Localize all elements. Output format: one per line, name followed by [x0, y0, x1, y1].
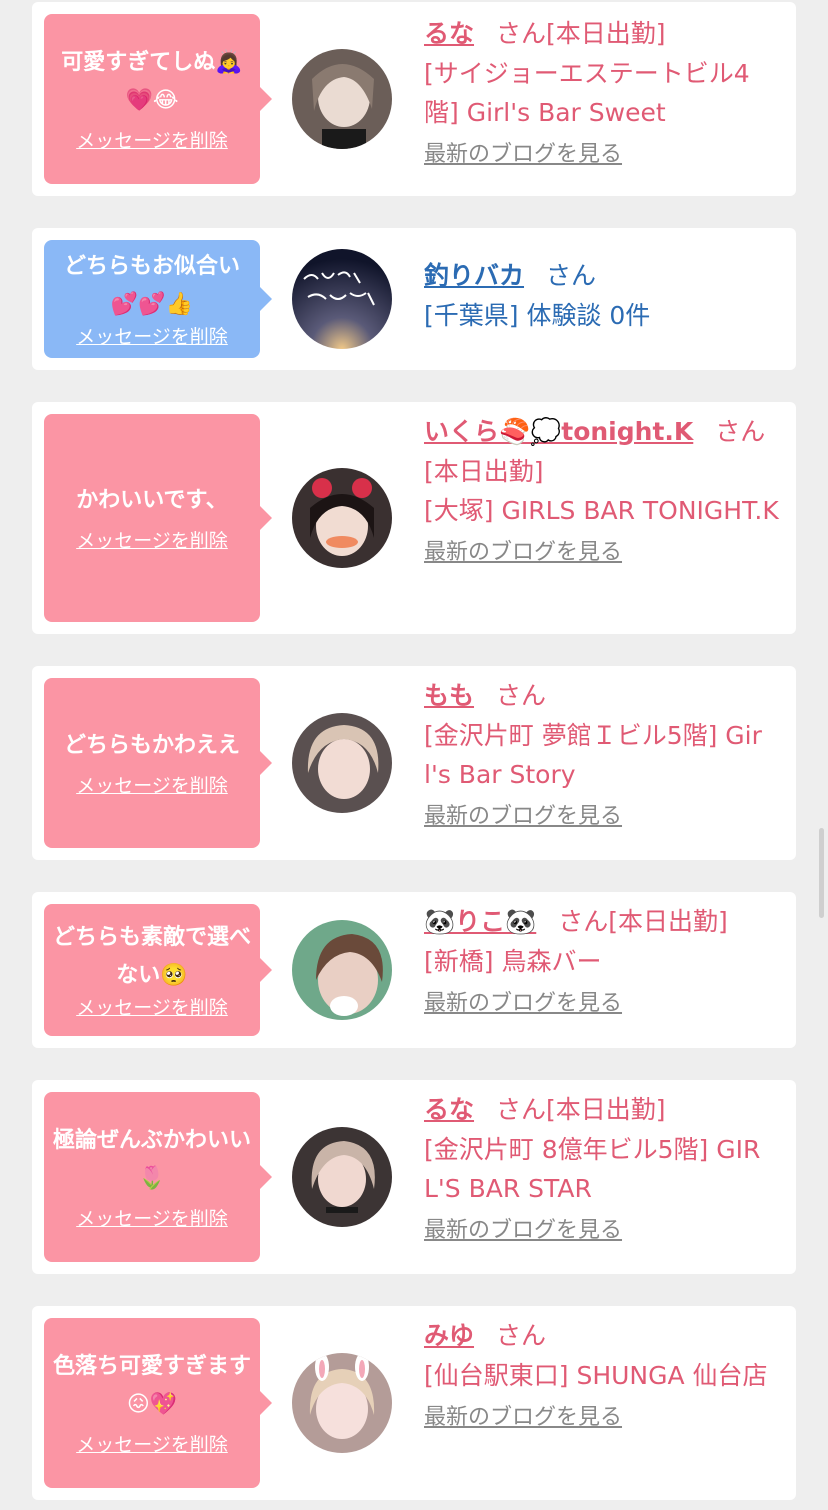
avatar[interactable]: [292, 468, 392, 568]
delete-message-link[interactable]: メッセージを削除: [76, 324, 228, 350]
message-card: かわいいです、 メッセージを削除 いくら🍣💭tonight.K さん [本日出勤]…: [32, 402, 796, 634]
avatar[interactable]: [292, 49, 392, 149]
delete-message-link[interactable]: メッセージを削除: [76, 1432, 228, 1458]
user-name-link[interactable]: 釣りバカ: [424, 261, 524, 290]
user-name-link[interactable]: みゆ: [424, 1321, 474, 1350]
message-bubble: 極論ぜんぶかわいい🌷 メッセージを削除: [44, 1092, 272, 1262]
user-suffix: さん: [496, 681, 547, 710]
user-name-link[interactable]: いくら🍣💭tonight.K: [424, 417, 693, 446]
message-bubble: どちらもお似合い💕💕👍 メッセージを削除: [44, 240, 272, 358]
view-blog-link[interactable]: 最新のブログを見る: [424, 1216, 622, 1246]
user-suffix: さん: [496, 1321, 547, 1350]
user-info: るな さん[本日出勤] [金沢片町 8億年ビル5階] GIRL'S BAR STA…: [424, 1090, 780, 1246]
user-name-link[interactable]: るな: [424, 1095, 474, 1124]
message-card: 極論ぜんぶかわいい🌷 メッセージを削除 るな さん[本日出勤] [金沢片町 8億年…: [32, 1080, 796, 1274]
shop-info: [金沢片町 夢館Ｉビル5階] Girl's Bar Story: [424, 721, 762, 789]
message-text: どちらもお似合い💕💕👍: [63, 254, 240, 317]
scrollbar[interactable]: [819, 828, 824, 918]
delete-message-link[interactable]: メッセージを削除: [76, 773, 228, 799]
message-text: 可愛すぎてしぬ🙇‍♀️💗😂: [61, 50, 243, 113]
avatar[interactable]: [292, 920, 392, 1020]
avatar[interactable]: [292, 713, 392, 813]
message-card: どちらもお似合い💕💕👍 メッセージを削除 釣りバカ さん [千葉県] 体験談 0件: [32, 228, 796, 370]
view-blog-link[interactable]: 最新のブログを見る: [424, 1403, 622, 1433]
user-info: 🐼りこ🐼 さん[本日出勤] [新橋] 鳥森バー 最新のブログを見る: [424, 902, 780, 1019]
message-bubble: 色落ち可愛すぎます😖💖 メッセージを削除: [44, 1318, 272, 1488]
avatar[interactable]: [292, 249, 392, 349]
view-blog-link[interactable]: 最新のブログを見る: [424, 989, 622, 1019]
delete-message-link[interactable]: メッセージを削除: [76, 995, 228, 1021]
message-card: 色落ち可愛すぎます😖💖 メッセージを削除 みゆ さん [仙台駅東口] SHUNGA…: [32, 1306, 796, 1500]
user-name-link[interactable]: 🐼りこ🐼: [424, 907, 536, 936]
user-suffix: さん[本日出勤]: [496, 19, 666, 48]
shop-info: [サイジョーエステートビル4階] Girl's Bar Sweet: [424, 59, 750, 127]
message-card: どちらもかわええ メッセージを削除 もも さん [金沢片町 夢館Ｉビル5階] Gi…: [32, 666, 796, 860]
view-blog-link[interactable]: 最新のブログを見る: [424, 802, 622, 832]
message-text: 極論ぜんぶかわいい🌷: [52, 1128, 251, 1191]
avatar[interactable]: [292, 1353, 392, 1453]
shop-info: [金沢片町 8億年ビル5階] GIRL'S BAR STAR: [424, 1135, 761, 1203]
delete-message-link[interactable]: メッセージを削除: [76, 1206, 228, 1232]
user-suffix: さん[本日出勤]: [496, 1095, 666, 1124]
user-info: いくら🍣💭tonight.K さん [本日出勤] [大塚] GIRLS BAR T…: [424, 412, 780, 568]
user-suffix: さん: [715, 417, 766, 446]
shop-info: [新橋] 鳥森バー: [424, 947, 602, 976]
user-suffix: さん: [546, 261, 597, 290]
view-blog-link[interactable]: 最新のブログを見る: [424, 140, 622, 170]
user-suffix: さん[本日出勤]: [558, 907, 728, 936]
message-text: かわいいです、: [76, 488, 228, 513]
message-text: どちらもかわええ: [63, 733, 240, 758]
message-text: どちらも素敵で選べない🥺: [52, 925, 251, 988]
user-info: るな さん[本日出勤] [サイジョーエステートビル4階] Girl's Bar S…: [424, 14, 780, 170]
message-bubble: かわいいです、 メッセージを削除: [44, 414, 272, 622]
view-blog-link[interactable]: 最新のブログを見る: [424, 538, 622, 568]
message-list: 可愛すぎてしぬ🙇‍♀️💗😂 メッセージを削除 るな さん[本日出勤] [サイジョー…: [0, 0, 828, 1510]
user-name-link[interactable]: もも: [424, 681, 474, 710]
message-card: どちらも素敵で選べない🥺 メッセージを削除 🐼りこ🐼 さん[本日出勤] [新橋] …: [32, 892, 796, 1048]
message-card: 可愛すぎてしぬ🙇‍♀️💗😂 メッセージを削除 るな さん[本日出勤] [サイジョー…: [32, 2, 796, 196]
shop-info: [千葉県] 体験談 0件: [424, 301, 651, 330]
shop-info: [仙台駅東口] SHUNGA 仙台店: [424, 1361, 768, 1390]
message-text: 色落ち可愛すぎます😖💖: [52, 1354, 251, 1417]
delete-message-link[interactable]: メッセージを削除: [76, 528, 228, 554]
user-info: みゆ さん [仙台駅東口] SHUNGA 仙台店 最新のブログを見る: [424, 1316, 780, 1433]
message-bubble: 可愛すぎてしぬ🙇‍♀️💗😂 メッセージを削除: [44, 14, 272, 184]
message-bubble: どちらもかわええ メッセージを削除: [44, 678, 272, 848]
avatar[interactable]: [292, 1127, 392, 1227]
user-name-link[interactable]: るな: [424, 19, 474, 48]
work-status: [本日出勤]: [424, 457, 544, 486]
user-info: もも さん [金沢片町 夢館Ｉビル5階] Girl's Bar Story 最新の…: [424, 676, 780, 832]
delete-message-link[interactable]: メッセージを削除: [76, 128, 228, 154]
user-info: 釣りバカ さん [千葉県] 体験談 0件: [424, 256, 780, 335]
message-bubble: どちらも素敵で選べない🥺 メッセージを削除: [44, 904, 272, 1036]
shop-info: [大塚] GIRLS BAR TONIGHT.K: [424, 496, 779, 525]
